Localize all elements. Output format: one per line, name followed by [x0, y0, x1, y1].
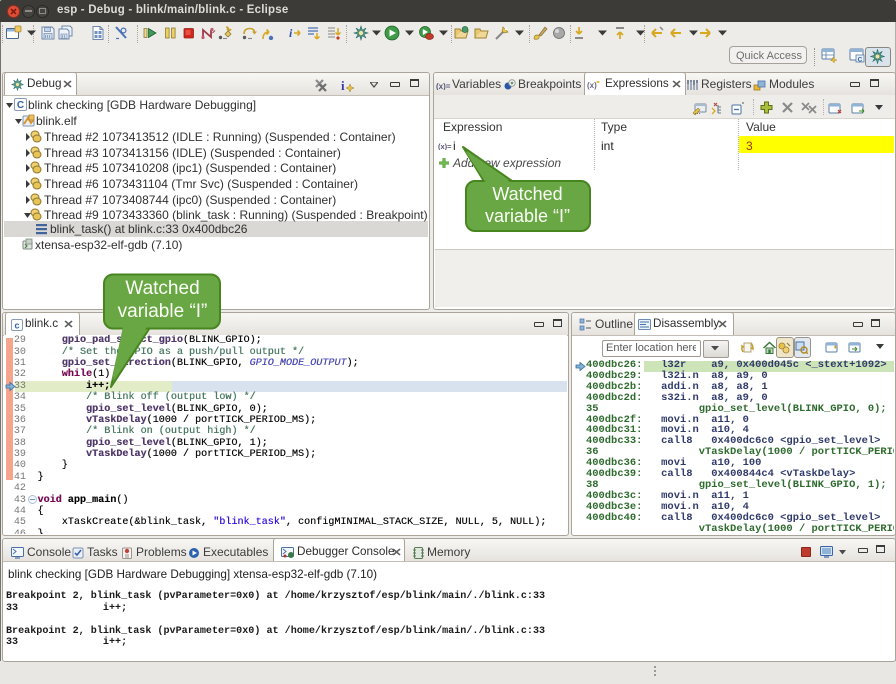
- svg-text:(x): (x): [587, 81, 597, 90]
- svg-text:c: c: [14, 321, 19, 331]
- svg-text:i: i: [341, 78, 345, 93]
- svg-text:C: C: [17, 100, 24, 111]
- svg-text:(x)=: (x)=: [436, 82, 451, 90]
- svg-text:(x)=: (x)=: [438, 142, 452, 150]
- svg-text:C: C: [858, 57, 863, 64]
- svg-text:i: i: [289, 26, 293, 40]
